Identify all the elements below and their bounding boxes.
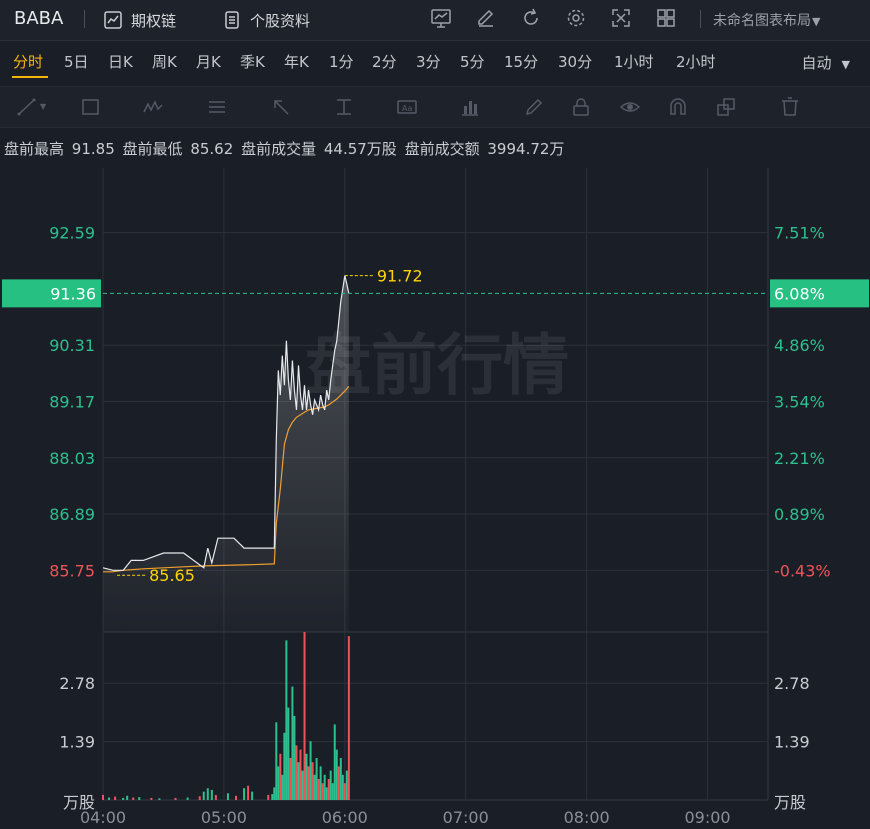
volume-bar — [301, 770, 304, 800]
volume-bar — [339, 758, 342, 800]
volume-bar — [279, 753, 282, 800]
volume-tick-label: 2.78 — [774, 674, 810, 693]
price-tick-label: 85.75 — [49, 561, 95, 580]
volume-bar — [243, 788, 246, 800]
markers: 91.36 6.08% 91.72 85.65 — [2, 267, 869, 585]
volume-bar — [337, 766, 340, 800]
volume-bar — [323, 774, 326, 800]
price-tick-label: 90.31 — [49, 336, 95, 355]
volume-bar — [305, 753, 308, 800]
current-price-label: 91.36 — [50, 284, 96, 303]
volume-tick-label: 1.39 — [774, 733, 810, 752]
volume-bar — [291, 686, 294, 800]
volume-bar — [347, 636, 350, 800]
percent-tick-label: 4.86% — [774, 336, 825, 355]
volume-bar — [345, 770, 348, 800]
price-tick-label: 89.17 — [49, 392, 95, 411]
volume-bar — [275, 722, 278, 800]
volume-bar — [343, 783, 346, 800]
volume-bar — [267, 794, 270, 800]
price-tick-label: 86.89 — [49, 505, 95, 524]
volume-bar — [202, 791, 205, 800]
volume-bar — [317, 779, 320, 800]
volume-bar — [235, 795, 237, 800]
volume-bar — [335, 749, 338, 800]
volume-bar — [210, 789, 213, 800]
volume-bar — [138, 797, 141, 800]
volume-bar — [329, 770, 332, 800]
volume-bar — [331, 783, 334, 800]
percent-tick-label: 0.89% — [774, 505, 825, 524]
volume-bar — [214, 794, 217, 800]
volume-bar — [297, 762, 300, 800]
volume-bar — [114, 796, 117, 800]
volume-bar — [311, 762, 314, 800]
volume-bar — [283, 732, 286, 800]
volume-bar — [186, 797, 189, 800]
current-percent-label: 6.08% — [774, 284, 825, 303]
x-tick-label: 08:00 — [564, 808, 610, 827]
volume-bar — [247, 785, 250, 800]
percent-tick-label: 2.21% — [774, 449, 825, 468]
volume-bar — [295, 745, 298, 800]
x-tick-label: 07:00 — [443, 808, 489, 827]
volume-bar — [150, 797, 153, 800]
volume-bar — [319, 766, 322, 800]
volume-bar — [174, 797, 177, 800]
app-window: BABA 期权链 个股资料 未命名图表布局▼ 分时 5日 日K 周K 月K 季K… — [0, 0, 870, 829]
percent-tick-label: 3.54% — [774, 392, 825, 411]
volume-bar — [327, 779, 330, 800]
volume-unit-label: 万股 — [63, 793, 95, 812]
volume-bar — [321, 783, 324, 800]
volume-bar — [158, 798, 161, 800]
volume-bar — [273, 787, 276, 800]
volume-bar — [251, 791, 254, 800]
volume-bar — [277, 766, 280, 800]
volume-bar — [126, 795, 129, 800]
volume-bar — [206, 788, 209, 800]
x-tick-label: 06:00 — [322, 808, 368, 827]
volume-bar — [307, 766, 310, 800]
percent-tick-label: 7.51% — [774, 224, 825, 243]
volume-unit-label: 万股 — [774, 793, 806, 812]
volume-tick-label: 1.39 — [59, 733, 95, 752]
price-tick-label: 88.03 — [49, 449, 95, 468]
volume-bar — [309, 741, 312, 800]
volume-tick-label: 2.78 — [59, 674, 95, 693]
volume-bar — [325, 787, 328, 800]
volume-bar — [226, 793, 229, 800]
chart-grid — [102, 168, 769, 801]
volume-bar — [285, 640, 288, 800]
volume-bar — [303, 632, 306, 800]
volume-bar — [198, 796, 201, 800]
x-tick-label: 05:00 — [201, 808, 247, 827]
volume-bar — [122, 797, 125, 800]
axes: 04:00 05:00 06:00 07:00 08:00 09:0092.59 7.51%… — [49, 224, 830, 827]
volume-bar — [341, 774, 344, 800]
volume-bar — [281, 774, 284, 800]
volume-bars — [102, 632, 350, 800]
low-marker-label: 85.65 — [149, 566, 195, 585]
volume-bar — [333, 724, 336, 800]
volume-bar — [108, 797, 111, 800]
volume-bar — [271, 794, 274, 800]
volume-bar — [315, 758, 318, 800]
volume-bar — [132, 797, 135, 800]
volume-bar — [102, 794, 104, 800]
volume-bar — [299, 749, 302, 800]
x-tick-label: 09:00 — [684, 808, 730, 827]
price-tick-label: 92.59 — [49, 224, 95, 243]
volume-bar — [289, 758, 292, 800]
volume-bar — [313, 774, 316, 800]
intraday-chart[interactable]: 盘前行情 04:00 05:00 06:00 07:00 08:00 09:0092.59… — [0, 0, 870, 829]
high-marker-label: 91.72 — [377, 267, 423, 286]
volume-bar — [293, 716, 296, 800]
percent-tick-label: -0.43% — [774, 561, 831, 580]
volume-bar — [287, 707, 290, 800]
